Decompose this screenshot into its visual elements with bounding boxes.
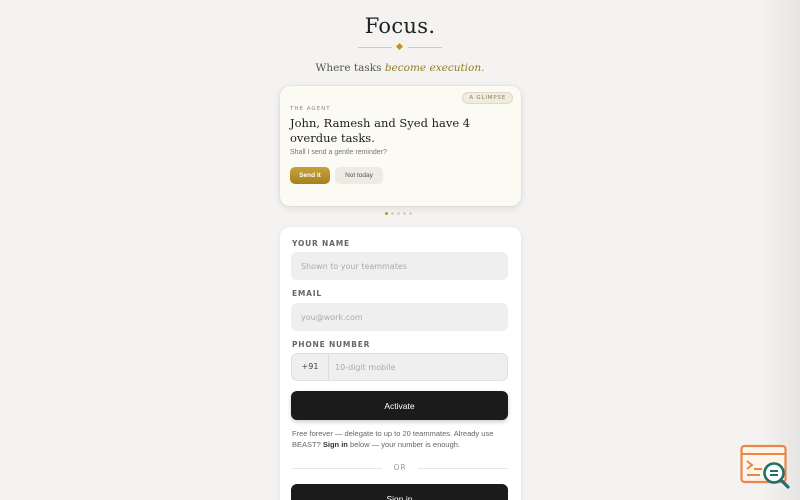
- edge-shadow: [760, 0, 800, 500]
- email-label: EMAIL: [292, 289, 322, 298]
- name-label: YOUR NAME: [292, 239, 350, 248]
- carousel-dot[interactable]: [391, 212, 394, 215]
- note-after: below — your number is enough.: [347, 440, 461, 449]
- page-title: Focus.: [364, 14, 436, 38]
- note-signin-link[interactable]: Sign in: [323, 440, 348, 449]
- tagline-prefix: Where tasks: [315, 62, 385, 74]
- country-code[interactable]: +91: [292, 354, 329, 380]
- agent-label: THE AGENT: [290, 106, 331, 112]
- carousel-dot[interactable]: [409, 212, 412, 215]
- or-divider: OR: [292, 463, 508, 473]
- activate-button[interactable]: Activate: [291, 391, 508, 420]
- agent-headline: John, Ramesh and Syed have 4 overdue tas…: [290, 116, 471, 145]
- sign-in-button[interactable]: Sign in: [291, 484, 508, 500]
- not-today-button[interactable]: Not today: [335, 167, 383, 184]
- phone-input[interactable]: [330, 354, 507, 380]
- tagline: Where tasks become execution.: [0, 62, 800, 74]
- carousel-dot[interactable]: [385, 212, 388, 215]
- code-search-icon[interactable]: [740, 444, 792, 490]
- phone-label: PHONE NUMBER: [292, 340, 371, 349]
- title-ornament: [358, 42, 442, 51]
- carousel-dot[interactable]: [403, 212, 406, 215]
- email-input[interactable]: [291, 303, 508, 331]
- free-note: Free forever — delegate to up to 20 team…: [292, 428, 507, 450]
- signup-form: YOUR NAME EMAIL PHONE NUMBER +91 Activat…: [280, 227, 521, 500]
- tagline-emphasis: become execution.: [384, 62, 485, 74]
- glimpse-badge: A GLIMPSE: [462, 92, 513, 104]
- carousel-dot[interactable]: [397, 212, 400, 215]
- glimpse-card: A GLIMPSE THE AGENT John, Ramesh and Sye…: [280, 86, 521, 206]
- phone-field: +91: [291, 353, 508, 381]
- send-it-button[interactable]: Send it: [290, 167, 330, 184]
- name-input[interactable]: [291, 252, 508, 280]
- agent-question: Shall I send a gentle reminder?: [290, 149, 387, 156]
